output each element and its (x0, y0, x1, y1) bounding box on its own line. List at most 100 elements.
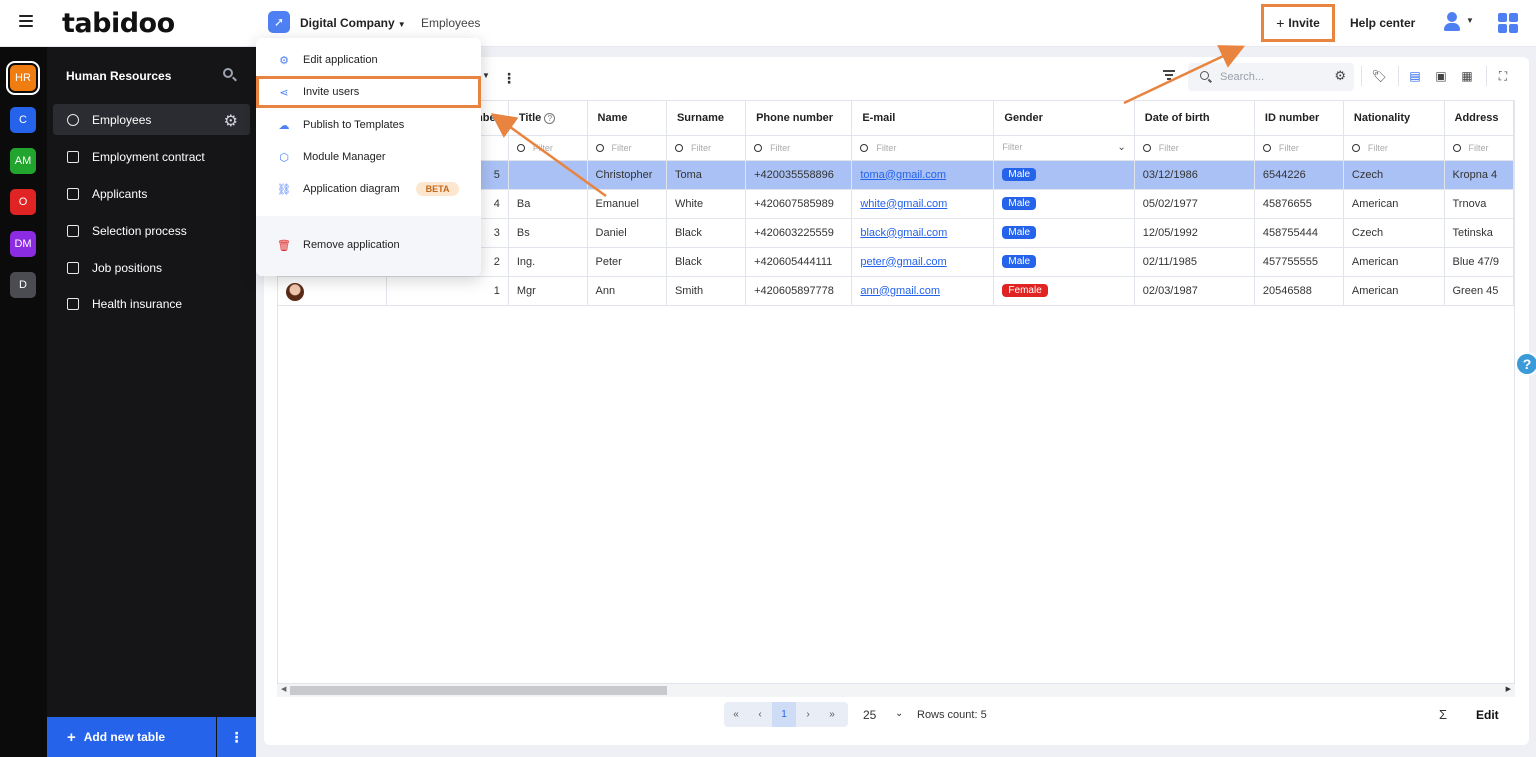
tag-icon[interactable]: 🏷 (1371, 69, 1386, 83)
menu-item-remove-application[interactable]: 🗑 Remove application (256, 229, 481, 261)
photo-cell (278, 276, 388, 306)
menu-item-module-manager[interactable]: ⬡ Module Manager (256, 141, 481, 173)
column-header[interactable]: Address (1444, 101, 1514, 136)
column-header[interactable]: Phone number (745, 101, 853, 136)
table-search[interactable]: ⚙ (1188, 63, 1354, 91)
filter-cell[interactable]: Filter (1444, 135, 1514, 161)
menu-item-invite-users[interactable]: ⋖ Invite users (256, 76, 481, 108)
horizontal-scrollbar[interactable]: ◀ ▶ (277, 683, 1515, 697)
filter-cell[interactable]: Filter ⌄ (993, 135, 1135, 161)
app-logo[interactable]: tabidoo (62, 8, 175, 39)
add-new-table-button[interactable]: + Add new table (47, 717, 216, 757)
email-link[interactable]: toma@gmail.com (860, 169, 946, 181)
chevron-down-icon: ▼ (397, 20, 406, 29)
sidebar-item-job-positions[interactable]: Job positions (53, 252, 250, 283)
workspace-am[interactable]: AM (10, 148, 36, 174)
gender-cell: Female (993, 276, 1135, 306)
contract-icon (67, 150, 79, 163)
workspace-dm[interactable]: DM (10, 231, 36, 257)
scroll-left-icon[interactable]: ◀ (281, 685, 286, 693)
column-header[interactable]: Date of birth (1134, 101, 1255, 136)
filter-cell[interactable]: Filter (745, 135, 853, 161)
filter-cell[interactable]: Filter (1343, 135, 1445, 161)
page-size-select[interactable]: 25 (863, 708, 876, 722)
filter-cell[interactable]: Filter (1134, 135, 1255, 161)
email-link[interactable]: white@gmail.com (860, 198, 947, 210)
id-cell: 6544226 (1254, 160, 1344, 190)
info-icon[interactable]: ? (544, 112, 556, 124)
email-link[interactable]: black@gmail.com (860, 227, 947, 239)
column-header[interactable]: Nationality (1343, 101, 1445, 136)
search-input[interactable] (1220, 69, 1320, 85)
card-view-icon[interactable]: ▣ (1434, 69, 1448, 83)
column-header[interactable]: Surname (666, 101, 747, 136)
last-page-icon[interactable]: » (820, 702, 844, 727)
workspace-hr[interactable]: HR (6, 61, 40, 95)
pagination: « ‹ 1 › » (724, 702, 848, 727)
workspace-o[interactable]: O (10, 189, 36, 215)
filter-cell[interactable]: Filter (508, 135, 588, 161)
filter-cell[interactable]: Filter (587, 135, 667, 161)
invite-button[interactable]: + Invite (1261, 4, 1335, 42)
sidebar-item-selection-process[interactable]: Selection process (53, 215, 250, 246)
help-center-link[interactable]: Help center (1350, 16, 1415, 30)
search-icon (860, 143, 869, 152)
menu-item-edit-application[interactable]: ⚙ Edit application (256, 44, 481, 76)
rocket-icon[interactable]: ➚ (268, 11, 290, 33)
sum-icon[interactable]: Σ (1439, 707, 1447, 722)
sidebar: Human Resources Employees ⚙ Employment c… (47, 47, 256, 757)
scrollbar-thumb[interactable] (290, 686, 667, 695)
column-title-label: Title (518, 111, 542, 124)
filter-cell[interactable]: Filter (851, 135, 995, 161)
email-link[interactable]: ann@gmail.com (860, 285, 940, 297)
filter-cell[interactable]: Filter (1254, 135, 1344, 161)
sidebar-item-employment-contract[interactable]: Employment contract (53, 141, 250, 172)
company-dropdown[interactable]: Digital Company ▼ (300, 16, 406, 30)
more-options-icon[interactable]: ⋮ (217, 717, 256, 757)
edit-button[interactable]: Edit (1476, 708, 1499, 722)
chevron-down-icon[interactable]: ⌄ (895, 708, 903, 719)
email-link[interactable]: peter@gmail.com (860, 256, 946, 268)
gender-badge: Male (1002, 226, 1037, 239)
breadcrumb[interactable]: Employees (421, 16, 480, 30)
workspace-d[interactable]: D (10, 272, 36, 298)
help-question-icon[interactable]: ? (1515, 352, 1536, 376)
column-header[interactable]: Title ? (508, 101, 588, 136)
kebab-menu-icon[interactable]: ⋮ (502, 70, 516, 87)
calendar-view-icon[interactable]: ▦ (1460, 69, 1474, 83)
prev-page-icon[interactable]: ‹ (748, 702, 772, 727)
column-header[interactable]: E-mail (851, 101, 995, 136)
toolbar-divider (1361, 66, 1362, 86)
menu-item-publish-templates[interactable]: ☁ Publish to Templates (256, 109, 481, 141)
table-row[interactable]: 1 Mgr Ann Smith +420605897778 ann@gmail.… (278, 276, 1514, 306)
scroll-right-icon[interactable]: ▶ (1506, 685, 1511, 693)
filter-lines-icon[interactable] (1163, 70, 1175, 82)
filter-placeholder: Filter (1278, 142, 1299, 153)
gear-icon[interactable]: ⚙ (1334, 68, 1346, 84)
column-header[interactable]: Name (587, 101, 667, 136)
sidebar-item-health-insurance[interactable]: Health insurance (53, 288, 250, 319)
user-menu-icon[interactable]: ▼ (1444, 12, 1474, 34)
top-bar: tabidoo ➚ Digital Company ▼ Employees + In… (0, 0, 1536, 47)
sidebar-item-employees[interactable]: Employees ⚙ (53, 104, 250, 135)
apps-grid-icon[interactable] (1498, 13, 1518, 33)
fullscreen-icon[interactable]: ⛶ (1496, 69, 1510, 83)
gear-icon[interactable]: ⚙ (224, 111, 238, 131)
workspace-c[interactable]: C (10, 107, 36, 133)
next-page-icon[interactable]: › (796, 702, 820, 727)
table-view-icon[interactable]: ▤ (1408, 69, 1422, 83)
avatar[interactable] (286, 283, 304, 301)
sidebar-item-applicants[interactable]: Applicants (53, 178, 250, 209)
email-cell: white@gmail.com (851, 189, 995, 219)
filter-cell[interactable]: Filter (666, 135, 747, 161)
hamburger-menu-icon[interactable] (19, 15, 33, 29)
chevron-down-icon[interactable]: ▼ (482, 71, 490, 80)
column-header[interactable]: ID number (1254, 101, 1344, 136)
chevron-down-icon[interactable]: ⌄ (1117, 142, 1125, 153)
search-icon[interactable] (223, 68, 237, 82)
column-header[interactable]: Gender (993, 101, 1135, 136)
page-number[interactable]: 1 (772, 702, 796, 727)
first-page-icon[interactable]: « (724, 702, 748, 727)
menu-item-application-diagram[interactable]: ⛓ Application diagram BETA (256, 173, 481, 205)
name-cell: Emanuel (587, 189, 667, 219)
